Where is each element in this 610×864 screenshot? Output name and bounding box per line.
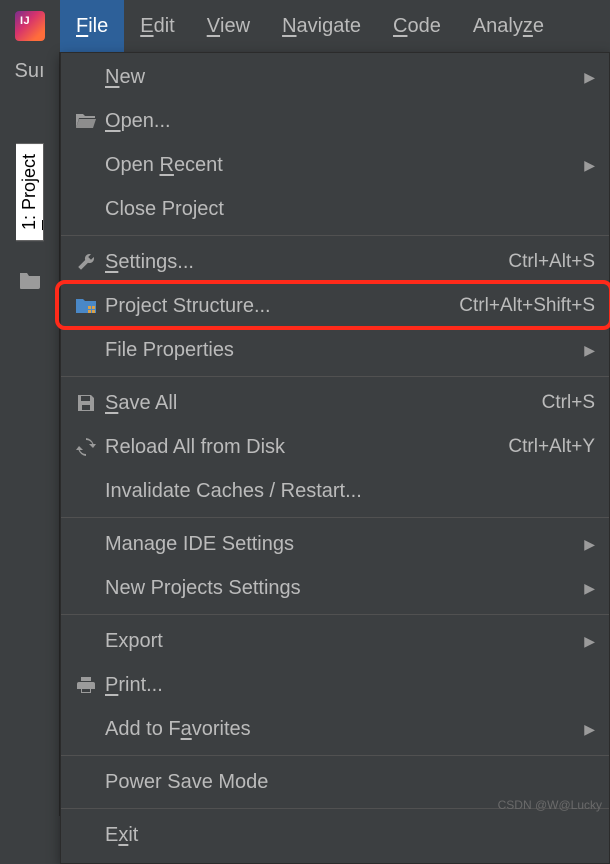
folder-icon [19,271,41,289]
menu-item-add-to-favorites[interactable]: Add to Favorites ▶ [61,707,609,751]
menu-item-label: Close Project [101,198,595,221]
menu-item-print[interactable]: Print... [61,663,609,707]
menu-item-export[interactable]: Export ▶ [61,619,609,663]
menu-item-invalidate-caches-restart[interactable]: Invalidate Caches / Restart... [61,469,609,513]
save-icon [71,393,101,413]
menu-item-label: New [101,66,576,89]
structure-icon [71,297,101,315]
reload-icon [71,437,101,457]
menubar-item-edit[interactable]: Edit [124,0,190,52]
menu-item-label: Add to Favorites [101,718,576,741]
menu-item-label: New Projects Settings [101,577,576,600]
left-gutter: Suı 1: Project [0,52,60,816]
open-icon [71,112,101,130]
menubar-item-navigate[interactable]: Navigate [266,0,377,52]
menu-item-label: Settings... [101,251,498,274]
menubar-item-code[interactable]: Code [377,0,457,52]
toolwindow-tab-project[interactable]: 1: Project [16,143,44,241]
menu-item-label: Export [101,630,576,653]
wrench-icon [71,252,101,272]
submenu-arrow-icon: ▶ [584,721,595,738]
menu-item-manage-ide-settings[interactable]: Manage IDE Settings ▶ [61,522,609,566]
menu-separator [61,614,609,615]
submenu-arrow-icon: ▶ [584,342,595,359]
menu-item-settings[interactable]: Settings...Ctrl+Alt+S [61,240,609,284]
menu-item-shortcut: Ctrl+Alt+Y [498,436,595,458]
print-icon [71,675,101,695]
menu-item-label: Exit [101,824,595,847]
submenu-arrow-icon: ▶ [584,69,595,86]
truncated-toolbar-text: Suı [12,60,46,83]
menu-item-shortcut: Ctrl+Alt+S [498,251,595,273]
menubar-item-view[interactable]: View [191,0,266,52]
menu-item-label: Open... [101,110,595,133]
menu-item-new-projects-settings[interactable]: New Projects Settings ▶ [61,566,609,610]
menu-item-project-structure[interactable]: Project Structure...Ctrl+Alt+Shift+S [61,284,609,328]
submenu-arrow-icon: ▶ [584,580,595,597]
menu-item-open[interactable]: Open... [61,99,609,143]
menu-separator [61,517,609,518]
menu-item-label: Power Save Mode [101,771,595,794]
watermark-text: CSDN @W@Lucky [498,798,602,812]
app-icon: IJ [15,11,45,41]
menubar-item-file[interactable]: File [60,0,124,52]
menu-item-new[interactable]: New ▶ [61,55,609,99]
menu-item-label: Invalidate Caches / Restart... [101,480,595,503]
menu-item-shortcut: Ctrl+S [532,392,595,414]
menu-item-close-project[interactable]: Close Project [61,187,609,231]
menu-item-file-properties[interactable]: File Properties ▶ [61,328,609,372]
submenu-arrow-icon: ▶ [584,633,595,650]
submenu-arrow-icon: ▶ [584,157,595,174]
menu-item-exit[interactable]: Exit [61,813,609,857]
menu-item-open-recent[interactable]: Open Recent ▶ [61,143,609,187]
menu-separator [61,755,609,756]
menu-item-label: Reload All from Disk [101,436,498,459]
menu-separator [61,235,609,236]
menubar-item-analyze[interactable]: Analyze [457,0,560,52]
menu-item-label: Print... [101,674,595,697]
submenu-arrow-icon: ▶ [584,536,595,553]
menu-item-label: Save All [101,392,532,415]
menubar: IJ FileEditViewNavigateCodeAnalyze [0,0,610,52]
menu-separator [61,376,609,377]
file-menu: New ▶ Open... Open Recent ▶ Close Project Sett… [60,52,610,864]
menu-item-shortcut: Ctrl+Alt+Shift+S [449,295,595,317]
menu-item-label: File Properties [101,339,576,362]
menu-item-label: Project Structure... [101,295,449,318]
menu-item-label: Manage IDE Settings [101,533,576,556]
menu-item-reload-all-from-disk[interactable]: Reload All from DiskCtrl+Alt+Y [61,425,609,469]
menu-item-label: Open Recent [101,154,576,177]
menu-item-save-all[interactable]: Save AllCtrl+S [61,381,609,425]
app-icon-cell: IJ [0,0,60,52]
